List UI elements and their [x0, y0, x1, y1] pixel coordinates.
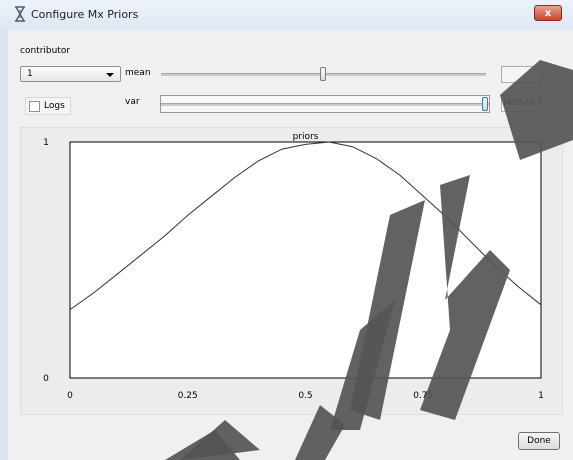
var-slider-track [161, 103, 489, 106]
contributor-selected-value: 1 [27, 69, 33, 79]
logs-checkbox-label: Logs [44, 101, 65, 111]
mean-label: mean [125, 68, 151, 78]
var-slider[interactable] [160, 95, 490, 113]
x-tick-label: 0 [67, 391, 73, 401]
x-tick-label: 0.5 [298, 391, 312, 401]
x-tick-label: 0.25 [178, 391, 198, 401]
close-button[interactable]: x [534, 5, 562, 21]
logs-checkbox[interactable] [29, 101, 40, 112]
chevron-down-icon [106, 73, 114, 77]
x-tick-label: 1 [538, 391, 544, 401]
contributor-label: contributor [20, 46, 71, 56]
plot-area [69, 141, 542, 379]
close-icon: x [544, 8, 552, 19]
priors-chart: priors 0 0.25 0.5 0.75 1 0 1 [43, 132, 544, 401]
title-bar: Configure Mx Priors x [0, 0, 573, 30]
mean-value-field[interactable] [501, 66, 541, 83]
y-tick-label: 1 [43, 138, 49, 148]
window-title: Configure Mx Priors [31, 8, 139, 21]
var-value-field[interactable]: )48576.0 [501, 95, 541, 112]
priors-plot-panel: priors 0 0.25 0.5 0.75 1 0 1 [20, 127, 563, 415]
x-tick-label: 0.75 [413, 391, 433, 401]
app-icon [15, 6, 25, 22]
var-label: var [125, 97, 140, 107]
mean-slider-thumb[interactable] [320, 67, 326, 81]
var-slider-thumb[interactable] [482, 97, 488, 111]
mean-slider[interactable] [161, 66, 486, 82]
configure-priors-window: Configure Mx Priors x contributor 1 mean… [0, 0, 573, 460]
contributor-dropdown[interactable]: 1 [20, 66, 121, 82]
logs-checkbox-group[interactable]: Logs [25, 97, 71, 115]
done-button[interactable]: Done [518, 432, 560, 450]
y-tick-label: 0 [43, 374, 49, 384]
chart-title: priors [293, 132, 319, 142]
